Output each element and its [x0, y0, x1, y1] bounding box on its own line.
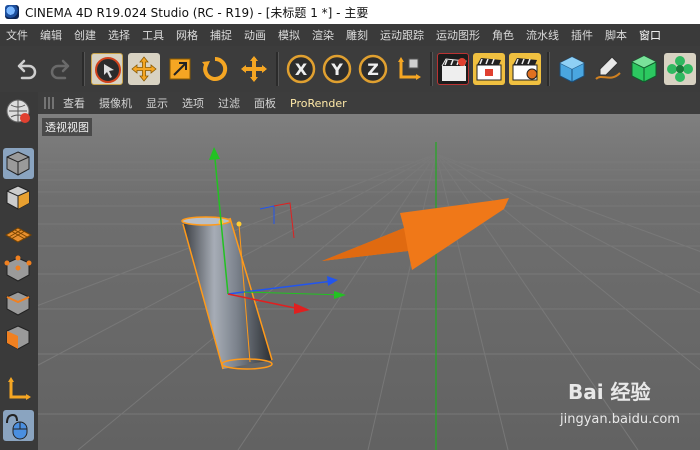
main-toolbar: X Y Z: [0, 46, 700, 93]
menu-window[interactable]: 窗口: [633, 27, 667, 43]
viewport-menu-bar: 查看 摄像机 显示 选项 过滤 面板 ProRender: [38, 92, 700, 114]
menu-pipeline[interactable]: 流水线: [520, 27, 565, 43]
view-menu-cameras[interactable]: 摄像机: [92, 95, 139, 111]
model-mode-icon[interactable]: [3, 148, 34, 179]
menu-simulate[interactable]: 模拟: [272, 27, 306, 43]
redo-icon[interactable]: [45, 53, 77, 85]
view-menu-view[interactable]: 查看: [56, 95, 92, 111]
menu-mesh[interactable]: 网格: [170, 27, 204, 43]
view-menu-panel[interactable]: 面板: [247, 95, 283, 111]
z-axis-label: Z: [367, 60, 379, 79]
render-to-picture-viewer-icon[interactable]: [473, 53, 505, 85]
make-editable-icon[interactable]: [3, 96, 34, 127]
view-menu-options[interactable]: 选项: [175, 95, 211, 111]
x-axis-lock-icon[interactable]: X: [285, 53, 317, 85]
view-menu-filter[interactable]: 过滤: [211, 95, 247, 111]
tweak-mode-icon[interactable]: [3, 410, 34, 441]
cylinder-object[interactable]: [181, 216, 273, 370]
title-bar: CINEMA 4D R19.024 Studio (RC - R19) - [未…: [0, 0, 700, 24]
window-title: CINEMA 4D R19.024 Studio (RC - R19) - [未…: [25, 5, 369, 20]
points-mode-icon[interactable]: [3, 254, 34, 285]
menu-motion-tracker[interactable]: 运动跟踪: [374, 27, 430, 43]
menu-edit[interactable]: 编辑: [34, 27, 68, 43]
pen-spline-icon[interactable]: [592, 53, 624, 85]
highlight-arrow: [322, 198, 509, 270]
menu-tools[interactable]: 工具: [136, 27, 170, 43]
menu-bar: 文件 编辑 创建 选择 工具 网格 捕捉 动画 模拟 渲染 雕刻 运动跟踪 运动…: [0, 24, 700, 46]
y-axis-lock-icon[interactable]: Y: [321, 53, 353, 85]
cinema4d-logo-icon: [5, 5, 19, 19]
menu-mograph[interactable]: 运动图形: [430, 27, 486, 43]
polygons-mode-icon[interactable]: [3, 322, 34, 353]
floor-grid: [38, 153, 700, 450]
x-axis-label: X: [295, 60, 308, 79]
cloner-icon[interactable]: [664, 53, 696, 85]
view-menu-display[interactable]: 显示: [139, 95, 175, 111]
menu-plugins[interactable]: 插件: [565, 27, 599, 43]
edges-mode-icon[interactable]: [3, 288, 34, 319]
menu-create[interactable]: 创建: [68, 27, 102, 43]
workplane-icon[interactable]: [3, 216, 34, 247]
viewport-label: 透视视图: [42, 118, 92, 136]
subdivision-icon[interactable]: [628, 53, 660, 85]
grip-icon[interactable]: [44, 97, 56, 109]
menu-snap[interactable]: 捕捉: [204, 27, 238, 43]
mode-palette: [0, 92, 39, 450]
view-menu-prorender[interactable]: ProRender: [283, 97, 354, 110]
y-axis-label: Y: [330, 60, 343, 79]
move-icon[interactable]: [128, 53, 160, 85]
menu-select[interactable]: 选择: [102, 27, 136, 43]
cube-icon[interactable]: [556, 53, 588, 85]
recent-tools-icon[interactable]: [238, 53, 270, 85]
watermark-url: jingyan.baidu.com: [560, 412, 680, 427]
undo-icon[interactable]: [10, 53, 42, 85]
menu-character[interactable]: 角色: [486, 27, 520, 43]
menu-render[interactable]: 渲染: [306, 27, 340, 43]
coordinate-system-icon[interactable]: [393, 53, 425, 85]
texture-mode-icon[interactable]: [3, 182, 34, 213]
perspective-viewport[interactable]: 透视视图 Bai 经验 jingyan.baidu.com: [38, 114, 700, 450]
menu-file[interactable]: 文件: [0, 27, 34, 43]
live-select-icon[interactable]: [91, 53, 123, 85]
z-axis-lock-icon[interactable]: Z: [357, 53, 389, 85]
menu-script[interactable]: 脚本: [599, 27, 633, 43]
axis-mode-icon[interactable]: [3, 374, 34, 405]
menu-animate[interactable]: 动画: [238, 27, 272, 43]
rotate-icon[interactable]: [199, 53, 231, 85]
render-view-icon[interactable]: [437, 53, 469, 85]
menu-sculpt[interactable]: 雕刻: [340, 27, 374, 43]
render-settings-icon[interactable]: [509, 53, 541, 85]
scale-icon[interactable]: [164, 53, 196, 85]
watermark-logo: Bai 经验: [568, 380, 651, 404]
